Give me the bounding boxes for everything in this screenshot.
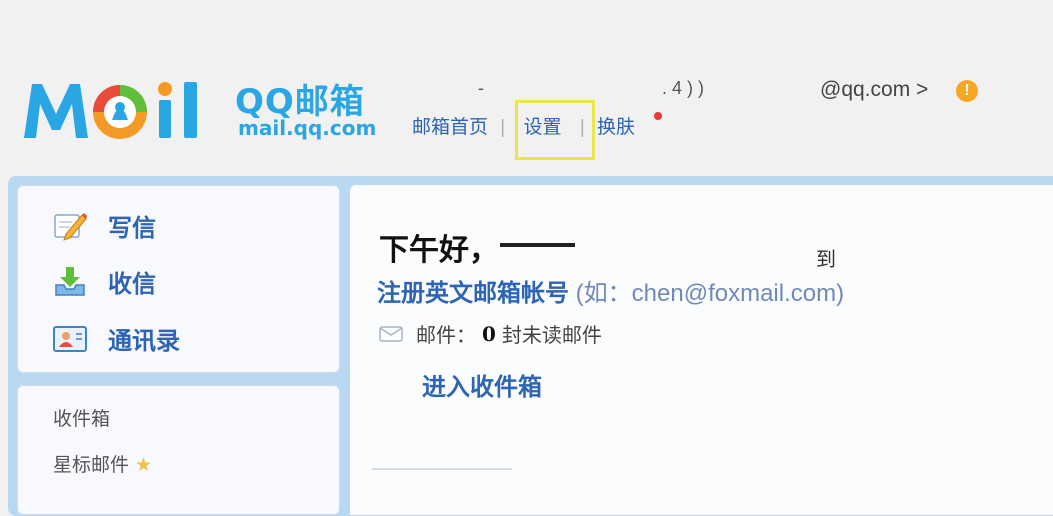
brand-url: mail.qq.com <box>238 116 377 140</box>
contacts-button[interactable]: 通讯录 <box>52 321 180 356</box>
moil-logo-icon <box>24 82 197 139</box>
welcome-panel: 下午好， 到 注册英文邮箱帐号 (如：chen@foxmail.com) 邮件：… <box>350 185 1053 515</box>
account-name-fragment-2: . 4 ) ) <box>662 78 705 98</box>
contacts-label: 通讯录 <box>108 328 180 355</box>
unread-count: 0 <box>482 321 496 346</box>
blurred-username <box>500 243 575 247</box>
write-icon <box>54 212 87 241</box>
skin-notification-dot <box>654 112 662 120</box>
enter-inbox-link[interactable]: 进入收件箱 <box>422 367 542 402</box>
write-mail-label: 写信 <box>108 215 156 242</box>
folder-starred[interactable]: 星标邮件 ★ <box>53 450 152 477</box>
settings-highlight-box <box>515 100 595 160</box>
account-email[interactable]: @qq.com > <box>820 78 928 102</box>
inbox-download-icon <box>55 266 85 296</box>
unread-label: 封未读邮件 <box>501 325 602 347</box>
qq-mail-logo[interactable]: QQ邮箱 mail.qq.com <box>22 72 376 144</box>
unread-mail-summary: 邮件： 0 封未读邮件 <box>378 319 602 348</box>
folder-inbox[interactable]: 收件箱 <box>53 404 110 431</box>
folder-list-panel: 收件箱 星标邮件 ★ <box>17 385 340 515</box>
divider <box>372 468 512 470</box>
write-mail-button[interactable]: 写信 <box>52 208 156 243</box>
nav-mail-home[interactable]: 邮箱首页 <box>412 112 488 139</box>
envelope-icon <box>379 325 403 342</box>
greeting-tail: 到 <box>816 249 836 271</box>
register-english-account-link[interactable]: 注册英文邮箱帐号 <box>377 280 569 307</box>
account-name-fragment: - <box>478 78 484 98</box>
contacts-card-icon <box>53 325 87 352</box>
nav-skin[interactable]: 换肤 <box>597 112 635 139</box>
greeting-text: 下午好， <box>379 233 499 268</box>
receive-mail-label: 收信 <box>108 271 156 298</box>
register-alias: 注册英文邮箱帐号 (如：chen@foxmail.com) <box>377 273 844 308</box>
star-icon: ★ <box>135 455 153 476</box>
receive-mail-button[interactable]: 收信 <box>52 264 156 299</box>
alert-icon[interactable]: ! <box>956 80 978 102</box>
register-hint: (如：chen@foxmail.com) <box>569 280 845 307</box>
mail-label: 邮件： <box>416 325 476 347</box>
nav-separator: | <box>500 117 506 138</box>
folder-starred-label: 星标邮件 <box>53 455 130 476</box>
quick-actions-panel: 写信 收信 通讯录 <box>17 185 340 373</box>
